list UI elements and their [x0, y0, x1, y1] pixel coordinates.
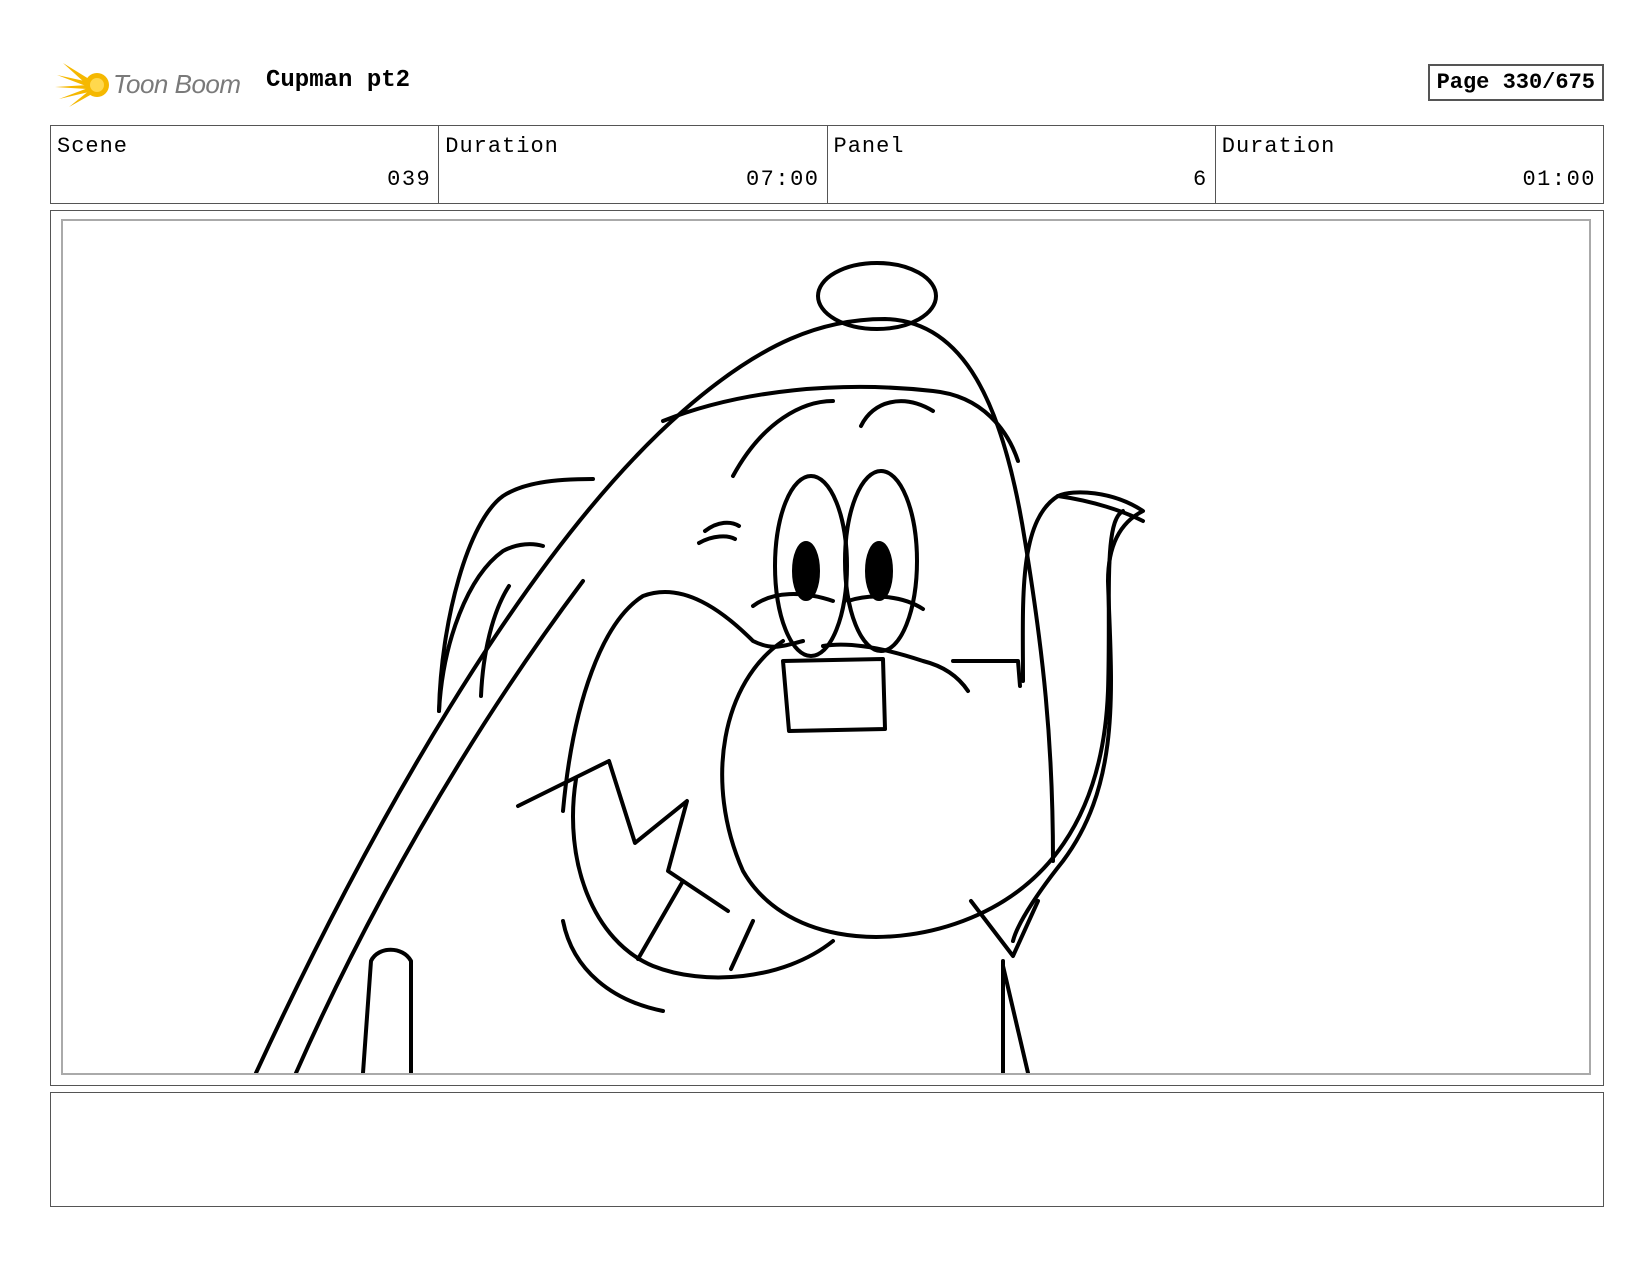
logo-wordmark: Toon Boom	[113, 69, 241, 99]
teapot-body-outline	[254, 317, 1055, 1073]
teeth-lines	[636, 879, 755, 971]
starburst-icon	[55, 63, 109, 107]
eyebrows	[731, 399, 935, 478]
left-pupil	[792, 541, 820, 601]
panel-duration-value: 01:00	[1522, 167, 1596, 192]
scene-label: Scene	[57, 134, 129, 159]
teapot-character-drawing	[254, 261, 1145, 1073]
nose-top	[821, 642, 970, 693]
panel-image-area	[61, 219, 1591, 1075]
panel-label: Panel	[833, 134, 905, 159]
spout-neck	[1011, 579, 1113, 943]
handle-highlight	[479, 584, 511, 698]
scene-info-table: Scene 039 Duration 07:00 Panel 6 Duratio…	[50, 125, 1604, 204]
mustache-jagged	[516, 759, 730, 913]
toon-boom-logo: Toon Boom	[55, 57, 255, 109]
scene-duration-label: Duration	[445, 134, 559, 159]
spout-rim	[1056, 494, 1145, 523]
scene-value: 039	[387, 167, 432, 192]
storyboard-header: Toon Boom Cupman pt2 Page 330/675	[50, 55, 1604, 115]
scene-cell: Scene 039	[51, 126, 440, 203]
mouth-lower	[571, 777, 835, 980]
mustache-top	[561, 590, 805, 813]
storyboard-panel	[50, 210, 1604, 1086]
nose-block	[781, 657, 887, 733]
panel-cell: Panel 6	[828, 126, 1216, 203]
panel-duration-cell: Duration 01:00	[1216, 126, 1603, 203]
neck-lines	[1001, 959, 1030, 1073]
brim-band	[661, 385, 1020, 463]
bottom-tab	[361, 947, 413, 1073]
brow-wrinkles	[697, 520, 741, 545]
scene-duration-cell: Duration 07:00	[439, 126, 828, 203]
left-eyelid	[751, 592, 835, 608]
cheek-round	[720, 509, 1125, 939]
project-title: Cupman pt2	[266, 67, 411, 94]
panel-value: 6	[1193, 167, 1208, 192]
panel-duration-label: Duration	[1221, 134, 1336, 159]
scene-duration-value: 07:00	[745, 167, 820, 192]
panel-notes	[50, 1092, 1604, 1207]
page-indicator: Page 330/675	[1427, 64, 1604, 101]
body-inner-stroke	[294, 579, 585, 1073]
right-pupil	[865, 541, 893, 601]
